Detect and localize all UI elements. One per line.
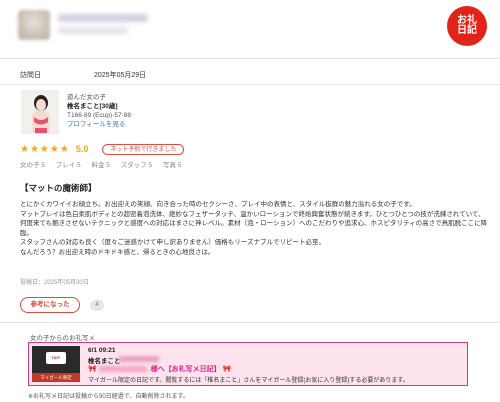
played-girl-label: 遊んだ女の子 <box>67 94 106 101</box>
thanks-note: マイガール限定の日記です。閲覧するには「椎名まこと」さんをマイガール登録(お気に… <box>88 378 409 384</box>
girl-photo-image <box>22 91 58 133</box>
subscore-photo: 写真 5 <box>162 162 182 169</box>
reviewer-name-blurred <box>58 14 148 22</box>
thanks-datetime: 6/1 09:21 <box>88 347 116 354</box>
logo-line2: 日記 <box>457 25 477 36</box>
recipient-blurred <box>98 366 147 373</box>
review-body: とにかくカワイイお顔立ち。お出迎えの笑顔、向き合った時のセクシーさ、プレイ中の表… <box>20 200 490 257</box>
thanks-section-title: 女の子からのお礼写メ <box>30 335 95 342</box>
subscore-girl: 女の子 5 <box>20 162 45 169</box>
profile-link[interactable]: プロフィールを見る <box>67 120 131 129</box>
mygirl-limited-label: マイガール限定 <box>32 373 80 382</box>
thanks-headline-text: 様へ【お礼写メ日記】 <box>150 366 221 373</box>
divider <box>0 84 500 85</box>
rating-row: ★★★★★ 5.0 ネット予約で行きました <box>20 143 185 155</box>
thanks-thumbnail[interactable]: TAP! マイガール限定 <box>32 346 80 382</box>
visit-date-value: 2025年05月29日 <box>94 72 147 79</box>
girl-name[interactable]: 椎名まこと[30歳] <box>67 102 131 111</box>
thanks-diary-logo: お礼 日記 <box>447 6 487 46</box>
divider <box>0 58 500 59</box>
rating-stars: ★★★★★ <box>20 143 70 155</box>
divider <box>0 322 500 323</box>
thanks-headline[interactable]: 🎀 様へ【お礼写メ日記】 🎀 <box>88 364 231 374</box>
subscores: 女の子 5 プレイ 5 料金 5 スタッフ 5 写真 5 <box>20 159 190 169</box>
reviewer-sub-blurred <box>58 27 128 34</box>
review-body-text: とにかくカワイイお顔立ち。お出迎えの笑顔、向き合った時のセクシーさ、プレイ中の表… <box>20 201 488 256</box>
girl-info: 遊んだ女の子 椎名まこと[30歳] T166·89 (Ecup)·57·88 プ… <box>67 93 131 129</box>
reviewer-header: お礼 日記 <box>0 0 500 56</box>
reviewer-avatar[interactable] <box>18 10 50 40</box>
thanks-diary-card[interactable]: TAP! マイガール限定 6/1 09:21 椎名まこと 🎀 様へ【お礼写メ日記… <box>28 342 468 386</box>
helpful-count: 4 <box>90 300 104 311</box>
gift-icon: 🎀 <box>88 366 97 373</box>
rating-score: 5.0 <box>75 144 89 154</box>
girl-photo[interactable] <box>21 90 59 134</box>
net-reservation-badge: ネット予約で行きました <box>102 143 185 155</box>
subscore-staff: スタッフ 5 <box>120 162 153 169</box>
helpful-button[interactable]: 参考になった <box>20 297 80 313</box>
review-title: 【マットの魔術師】 <box>20 183 97 193</box>
footer-note: ※お礼写メ日記は投稿から90日経過で、自動削除されます。 <box>28 394 189 400</box>
thanks-blurred-text <box>119 356 159 362</box>
girl-measurements: T166·89 (Ecup)·57·88 <box>67 112 131 119</box>
tap-label: TAP! <box>46 352 66 364</box>
visit-date-label: 訪問日 <box>20 72 41 79</box>
subscore-play: プレイ 5 <box>55 162 81 169</box>
gift-icon: 🎀 <box>222 366 232 373</box>
posted-date: 投稿日：2025年05月30日 <box>20 280 89 286</box>
subscore-price: 料金 5 <box>91 162 110 169</box>
